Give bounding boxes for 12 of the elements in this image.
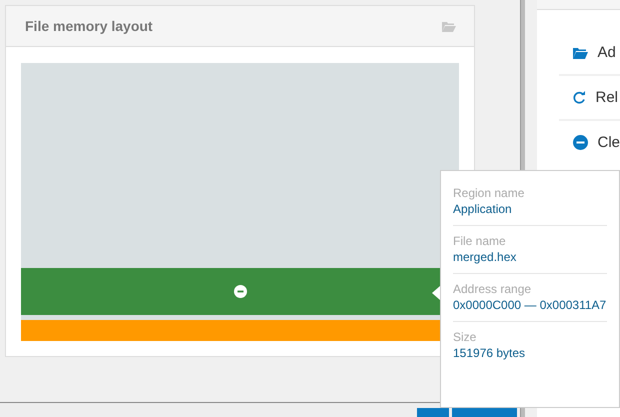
field-label: File name (453, 233, 507, 249)
action-button[interactable]: Ad (559, 31, 620, 74)
action-button[interactable]: Cle (559, 121, 620, 164)
field-label: Size (453, 329, 478, 345)
action-button[interactable]: Rel (559, 76, 620, 119)
field-value: merged.hex (453, 249, 518, 265)
field-value: 151976 bytes (453, 345, 526, 361)
field-label: Address range (453, 281, 532, 297)
field-value: Application (453, 201, 513, 217)
panel-title: File memory layout (25, 18, 153, 34)
field-value: 0x0000C000 — 0x000311A7 (453, 297, 607, 313)
field-label: Region name (453, 185, 526, 201)
